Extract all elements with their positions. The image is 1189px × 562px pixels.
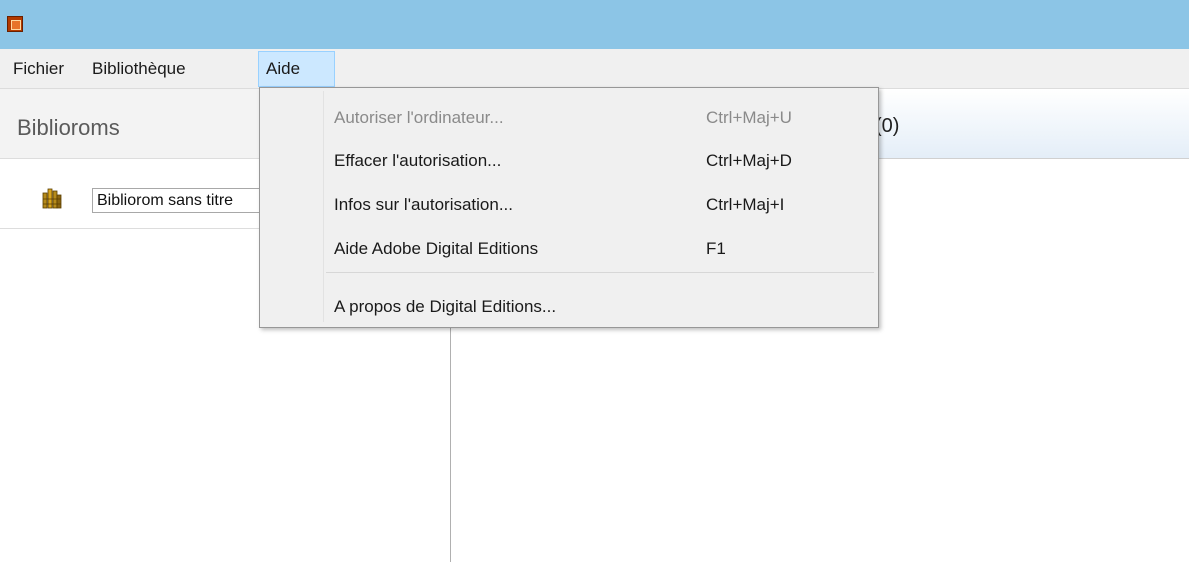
menu-aide[interactable]: Aide	[258, 51, 335, 87]
app-icon[interactable]	[7, 16, 23, 32]
menu-item-label: Autoriser l'ordinateur...	[334, 108, 504, 127]
menu-item-label: Effacer l'autorisation...	[334, 151, 502, 170]
menu-bibliotheque[interactable]: Bibliothèque	[85, 51, 193, 87]
menu-item-a-propos[interactable]: A propos de Digital Editions...	[260, 285, 878, 329]
menu-item-label: Infos sur l'autorisation...	[334, 195, 513, 214]
bookshelf-name-field[interactable]: Bibliorom sans titre	[92, 188, 262, 213]
panel-title: Biblioroms	[17, 115, 120, 140]
menu-item-label: Aide Adobe Digital Editions	[334, 239, 539, 258]
menu-item-effacer-autorisation[interactable]: Effacer l'autorisation... Ctrl+Maj+D	[260, 139, 878, 183]
menu-item-shortcut: F1	[706, 239, 726, 258]
aide-dropdown-menu: Autoriser l'ordinateur... Ctrl+Maj+U Eff…	[259, 87, 879, 328]
menu-item-shortcut: Ctrl+Maj+I	[706, 195, 785, 214]
menu-item-shortcut: Ctrl+Maj+U	[706, 108, 792, 127]
title-bar	[0, 0, 1189, 49]
menu-item-label: A propos de Digital Editions...	[334, 297, 557, 316]
menu-item-aide-adobe[interactable]: Aide Adobe Digital Editions F1	[260, 227, 878, 271]
bookshelf-icon	[42, 188, 62, 209]
menu-bar: Fichier Bibliothèque Aide	[0, 49, 1189, 89]
menu-item-autoriser-ordinateur[interactable]: Autoriser l'ordinateur... Ctrl+Maj+U	[260, 96, 878, 140]
menu-item-shortcut: Ctrl+Maj+D	[706, 151, 792, 170]
menu-separator	[326, 272, 874, 273]
menu-item-infos-autorisation[interactable]: Infos sur l'autorisation... Ctrl+Maj+I	[260, 183, 878, 227]
menu-fichier[interactable]: Fichier	[6, 51, 71, 87]
